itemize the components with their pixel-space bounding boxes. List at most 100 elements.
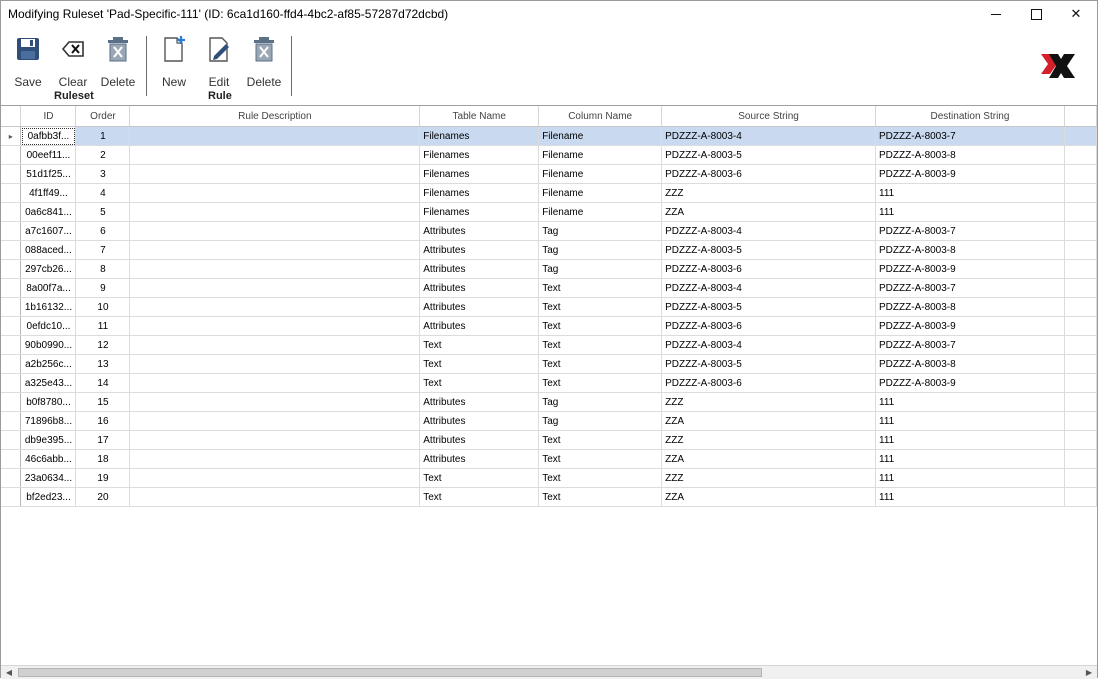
row-header[interactable] [1, 468, 22, 488]
cell-table-name[interactable]: Text [419, 468, 540, 488]
cell-source-string[interactable]: PDZZZ-A-8003-5 [661, 297, 877, 317]
cell-column-name[interactable]: Filename [538, 183, 663, 203]
cell-destination-string[interactable]: PDZZZ-A-8003-9 [875, 259, 1065, 279]
cell-order[interactable]: 9 [75, 278, 131, 298]
table-row[interactable]: 1b16132... 10 Attributes Text PDZZZ-A-8003-5… [1, 297, 1098, 317]
cell-order[interactable]: 8 [75, 259, 131, 279]
cell-table-name[interactable]: Filenames [419, 202, 540, 222]
cell-column-name[interactable]: Text [538, 468, 663, 488]
cell-column-name[interactable]: Filename [538, 202, 663, 222]
table-row[interactable]: 46c6abb... 18 Attributes Text ZZA 111 [1, 449, 1098, 469]
cell-rule-description[interactable] [129, 297, 421, 317]
col-header-table-name[interactable]: Table Name [419, 106, 540, 127]
cell-id[interactable]: 00eef11... [20, 145, 77, 165]
cell-table-name[interactable]: Attributes [419, 430, 540, 450]
cell-id[interactable]: 23a0634... [20, 468, 77, 488]
cell-source-string[interactable]: PDZZZ-A-8003-5 [661, 240, 877, 260]
cell-column-name[interactable]: Tag [538, 221, 663, 241]
cell-id[interactable]: 0efdc10... [20, 316, 77, 336]
table-row[interactable]: 90b0990... 12 Text Text PDZZZ-A-8003-4 PDZZZ-… [1, 335, 1098, 355]
scrollbar-thumb[interactable] [18, 668, 762, 677]
cell-source-string[interactable]: PDZZZ-A-8003-6 [661, 373, 877, 393]
cell-destination-string[interactable]: PDZZZ-A-8003-9 [875, 316, 1065, 336]
cell-order[interactable]: 19 [75, 468, 131, 488]
table-row[interactable]: 088aced... 7 Attributes Tag PDZZZ-A-8003-5 PD… [1, 240, 1098, 260]
cell-rule-description[interactable] [129, 411, 421, 431]
col-header-source-string[interactable]: Source String [661, 106, 877, 127]
cell-id[interactable]: 51d1f25... [20, 164, 77, 184]
col-header-id[interactable]: ID [20, 106, 77, 127]
cell-table-name[interactable]: Attributes [419, 297, 540, 317]
cell-source-string[interactable]: ZZA [661, 449, 877, 469]
cell-source-string[interactable]: PDZZZ-A-8003-5 [661, 145, 877, 165]
cell-source-string[interactable]: ZZZ [661, 430, 877, 450]
cell-rule-description[interactable] [129, 278, 421, 298]
cell-destination-string[interactable]: 111 [875, 468, 1065, 488]
cell-order[interactable]: 16 [75, 411, 131, 431]
cell-order[interactable]: 11 [75, 316, 131, 336]
cell-order[interactable]: 10 [75, 297, 131, 317]
row-header[interactable] [1, 392, 22, 412]
cell-destination-string[interactable]: PDZZZ-A-8003-9 [875, 373, 1065, 393]
row-header[interactable] [1, 259, 22, 279]
cell-table-name[interactable]: Attributes [419, 221, 540, 241]
table-row[interactable]: 0a6c841... 5 Filenames Filename ZZA 111 [1, 202, 1098, 222]
cell-order[interactable]: 14 [75, 373, 131, 393]
table-row[interactable]: ▸ 0afbb3f... 1 Filenames Filename PDZZZ-A-800… [1, 126, 1098, 146]
horizontal-scrollbar[interactable]: ◀ ▶ [1, 665, 1097, 679]
cell-order[interactable]: 4 [75, 183, 131, 203]
row-header[interactable] [1, 183, 22, 203]
cell-rule-description[interactable] [129, 449, 421, 469]
row-header[interactable] [1, 164, 22, 184]
table-row[interactable]: 51d1f25... 3 Filenames Filename PDZZZ-A-8003… [1, 164, 1098, 184]
table-row[interactable]: b0f8780... 15 Attributes Tag ZZZ 111 [1, 392, 1098, 412]
cell-source-string[interactable]: PDZZZ-A-8003-4 [661, 278, 877, 298]
cell-source-string[interactable]: PDZZZ-A-8003-6 [661, 259, 877, 279]
cell-column-name[interactable]: Filename [538, 126, 663, 146]
scroll-left-button[interactable]: ◀ [1, 666, 17, 679]
cell-source-string[interactable]: PDZZZ-A-8003-5 [661, 354, 877, 374]
cell-source-string[interactable]: ZZZ [661, 468, 877, 488]
cell-rule-description[interactable] [129, 145, 421, 165]
cell-rule-description[interactable] [129, 392, 421, 412]
cell-id[interactable]: 297cb26... [20, 259, 77, 279]
cell-destination-string[interactable]: 111 [875, 487, 1065, 507]
delete-rule-button[interactable]: Delete [242, 36, 286, 89]
cell-id[interactable]: 0a6c841... [20, 202, 77, 222]
cell-order[interactable]: 1 [75, 126, 131, 146]
cell-column-name[interactable]: Text [538, 354, 663, 374]
cell-id[interactable]: 8a00f7a... [20, 278, 77, 298]
cell-rule-description[interactable] [129, 259, 421, 279]
cell-id[interactable]: a325e43... [20, 373, 77, 393]
cell-table-name[interactable]: Filenames [419, 164, 540, 184]
cell-rule-description[interactable] [129, 335, 421, 355]
cell-column-name[interactable]: Text [538, 449, 663, 469]
row-header[interactable] [1, 335, 22, 355]
table-row[interactable]: 297cb26... 8 Attributes Tag PDZZZ-A-8003-6 PD… [1, 259, 1098, 279]
cell-id[interactable]: db9e395... [20, 430, 77, 450]
table-row[interactable]: a7c1607... 6 Attributes Tag PDZZZ-A-8003-4 PD… [1, 221, 1098, 241]
cell-source-string[interactable]: ZZZ [661, 392, 877, 412]
row-header[interactable] [1, 449, 22, 469]
cell-table-name[interactable]: Attributes [419, 278, 540, 298]
save-button[interactable]: Save [6, 36, 50, 89]
cell-source-string[interactable]: PDZZZ-A-8003-4 [661, 126, 877, 146]
table-row[interactable]: 23a0634... 19 Text Text ZZZ 111 [1, 468, 1098, 488]
cell-source-string[interactable]: PDZZZ-A-8003-4 [661, 335, 877, 355]
cell-id[interactable]: 46c6abb... [20, 449, 77, 469]
cell-rule-description[interactable] [129, 202, 421, 222]
cell-table-name[interactable]: Attributes [419, 259, 540, 279]
cell-order[interactable]: 20 [75, 487, 131, 507]
delete-ruleset-button[interactable]: Delete [96, 36, 140, 89]
cell-column-name[interactable]: Text [538, 373, 663, 393]
cell-destination-string[interactable]: PDZZZ-A-8003-9 [875, 164, 1065, 184]
cell-table-name[interactable]: Text [419, 373, 540, 393]
row-header[interactable] [1, 240, 22, 260]
cell-column-name[interactable]: Text [538, 316, 663, 336]
cell-rule-description[interactable] [129, 468, 421, 488]
cell-destination-string[interactable]: PDZZZ-A-8003-8 [875, 145, 1065, 165]
cell-source-string[interactable]: ZZA [661, 202, 877, 222]
row-header[interactable] [1, 297, 22, 317]
cell-rule-description[interactable] [129, 354, 421, 374]
col-header-rule-description[interactable]: Rule Description [129, 106, 421, 127]
